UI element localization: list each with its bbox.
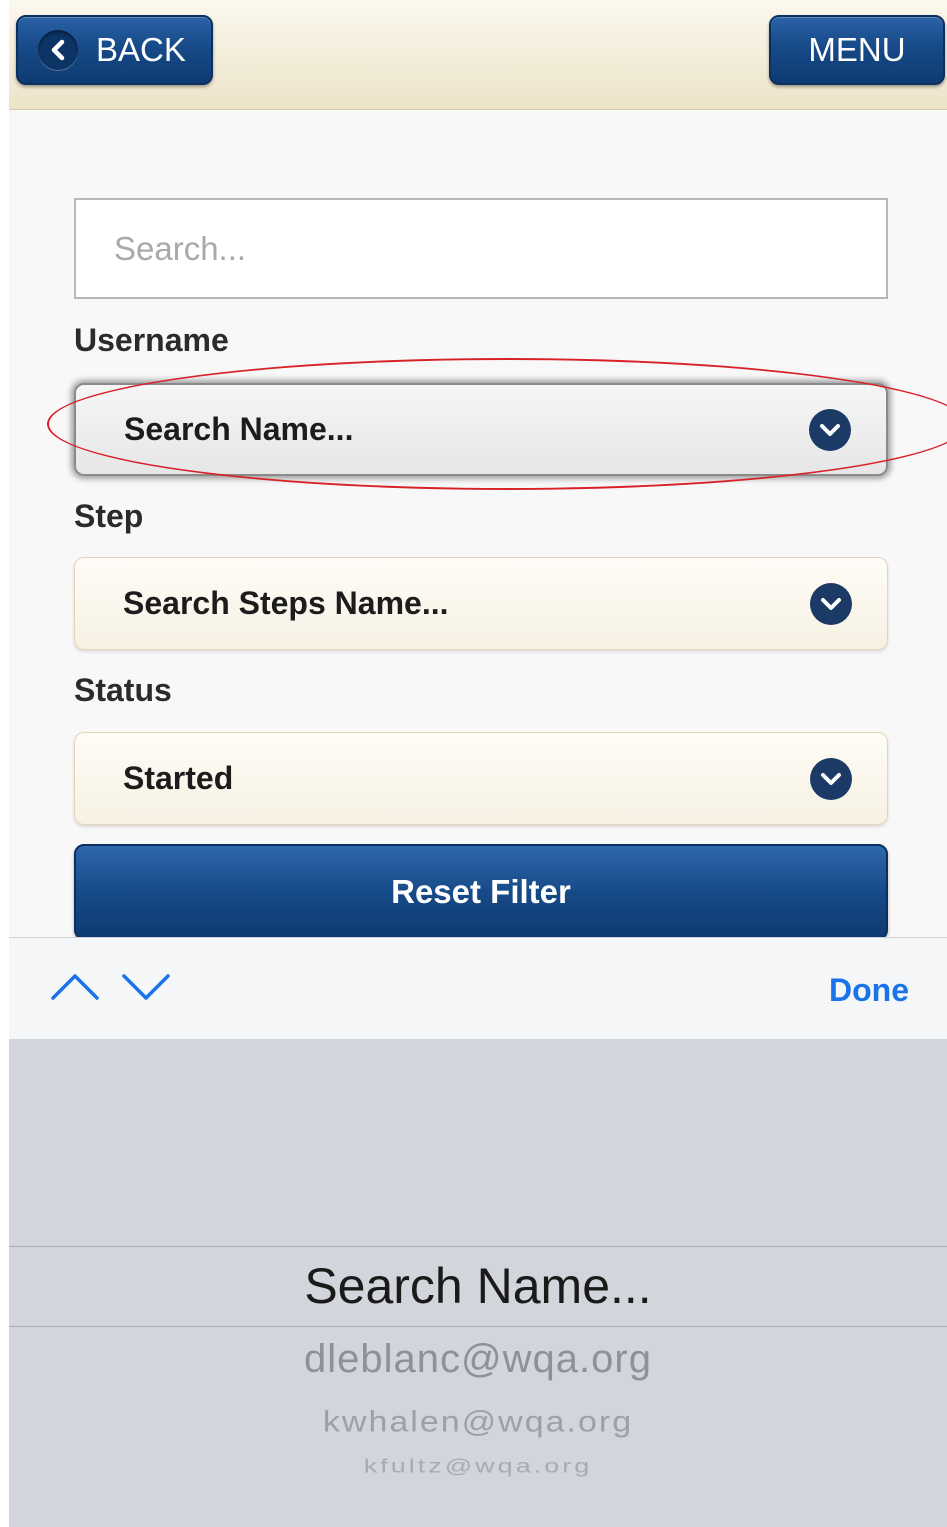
step-select[interactable]: Search Steps Name... — [74, 557, 888, 650]
username-select-value: Search Name... — [124, 411, 354, 447]
back-label: BACK — [96, 31, 186, 68]
step-select-value: Search Steps Name... — [123, 585, 449, 621]
step-label: Step — [74, 498, 144, 534]
picker-wheel[interactable]: Search Name... dleblanc@wqa.org kwhalen@… — [9, 1039, 947, 1527]
username-select[interactable]: Search Name... — [74, 383, 888, 476]
chevron-up-icon[interactable] — [49, 968, 101, 1004]
picker-item[interactable]: kwhalen@wqa.org — [9, 1405, 947, 1439]
picker-divider — [9, 1246, 947, 1247]
status-label: Status — [74, 672, 172, 708]
status-select-value: Started — [123, 760, 234, 796]
chevron-left-icon — [38, 30, 78, 70]
chevron-down-icon — [810, 582, 852, 625]
back-button[interactable]: BACK — [16, 15, 213, 85]
chevron-down-icon[interactable] — [120, 968, 172, 1004]
done-button[interactable]: Done — [829, 972, 909, 1009]
keyboard-toolbar: Done — [9, 937, 947, 1039]
header-bar: BACK MENU — [9, 0, 947, 110]
menu-button[interactable]: MENU — [769, 15, 945, 85]
status-select[interactable]: Started — [74, 732, 888, 825]
picker-item[interactable]: dleblanc@wqa.org — [9, 1337, 947, 1382]
username-label: Username — [74, 322, 229, 358]
chevron-down-icon — [809, 408, 851, 451]
search-input[interactable] — [74, 198, 888, 299]
picker-divider — [9, 1326, 947, 1327]
picker-item[interactable]: kfultz@wqa.org — [9, 1455, 947, 1477]
reset-filter-button[interactable]: Reset Filter — [74, 844, 888, 940]
reset-filter-label: Reset Filter — [391, 873, 571, 910]
screen: BACK MENU Username Search Name... Step S… — [9, 0, 947, 1527]
menu-label: MENU — [808, 31, 906, 68]
picker-selected-item[interactable]: Search Name... — [9, 1257, 947, 1315]
chevron-down-icon — [810, 757, 852, 800]
